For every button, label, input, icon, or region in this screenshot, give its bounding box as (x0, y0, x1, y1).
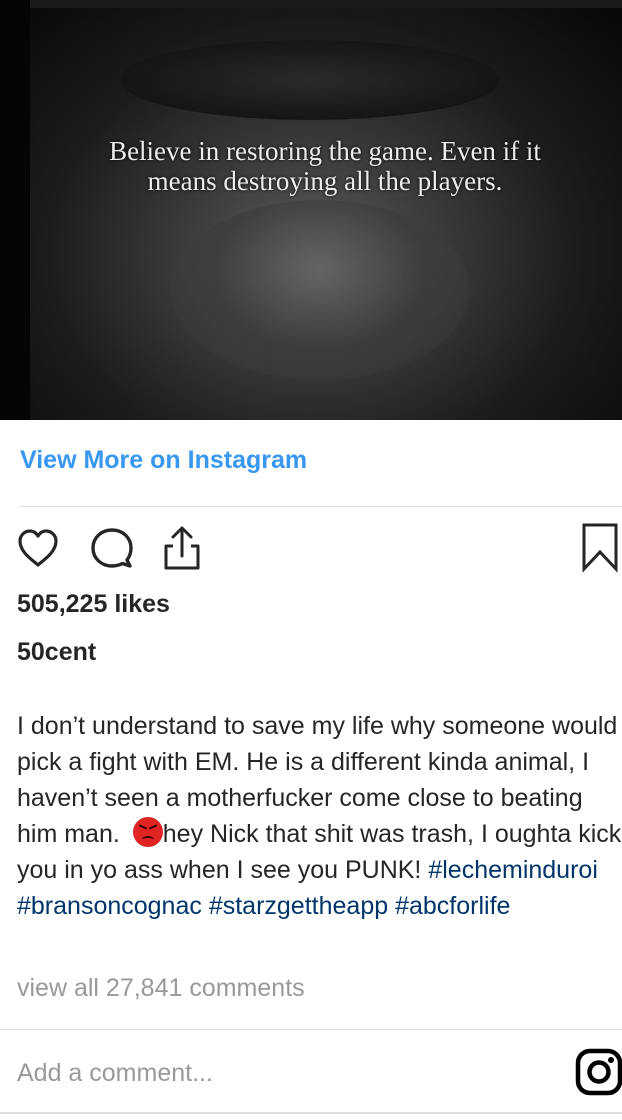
image-left-shadow (0, 0, 30, 420)
post-image[interactable]: Believe in restoring the game. Even if i… (0, 0, 622, 420)
share-icon (164, 526, 200, 570)
image-top-border (0, 0, 622, 8)
comment-button[interactable] (86, 522, 138, 574)
quote-line-2: means destroying all the players. (147, 166, 503, 196)
divider (0, 1029, 622, 1030)
hashtag-link[interactable]: #abcforlife (395, 892, 510, 920)
instagram-link[interactable] (575, 1048, 622, 1096)
divider (0, 1112, 622, 1114)
quote-line-1: Believe in restoring the game. Even if i… (109, 136, 541, 166)
hashtag-link[interactable]: #starzgettheapp (209, 892, 388, 920)
likes-count[interactable]: 505,225 likes (17, 590, 170, 619)
comment-icon (91, 528, 133, 568)
action-bar (0, 522, 622, 578)
image-quote: Believe in restoring the game. Even if i… (40, 136, 610, 196)
instagram-icon (575, 1048, 622, 1096)
image-shading-chin (170, 200, 470, 380)
share-button[interactable] (156, 522, 208, 574)
post-username[interactable]: 50cent (17, 638, 96, 667)
heart-icon (18, 529, 58, 567)
view-all-comments-link[interactable]: view all 27,841 comments (17, 974, 305, 1003)
hashtag-link[interactable]: #bransoncognac (17, 892, 202, 920)
like-button[interactable] (12, 522, 64, 574)
add-comment-input[interactable] (17, 1055, 557, 1091)
image-shading-mouth (120, 40, 500, 120)
save-button[interactable] (574, 522, 622, 574)
angry-face-emoji-icon (132, 817, 163, 847)
hashtag-link[interactable]: #lecheminduroi (428, 856, 598, 884)
bookmark-icon (582, 523, 618, 573)
post-caption: I don’t understand to save my life why s… (17, 708, 622, 924)
divider (20, 506, 622, 507)
view-more-link[interactable]: View More on Instagram (20, 446, 307, 475)
